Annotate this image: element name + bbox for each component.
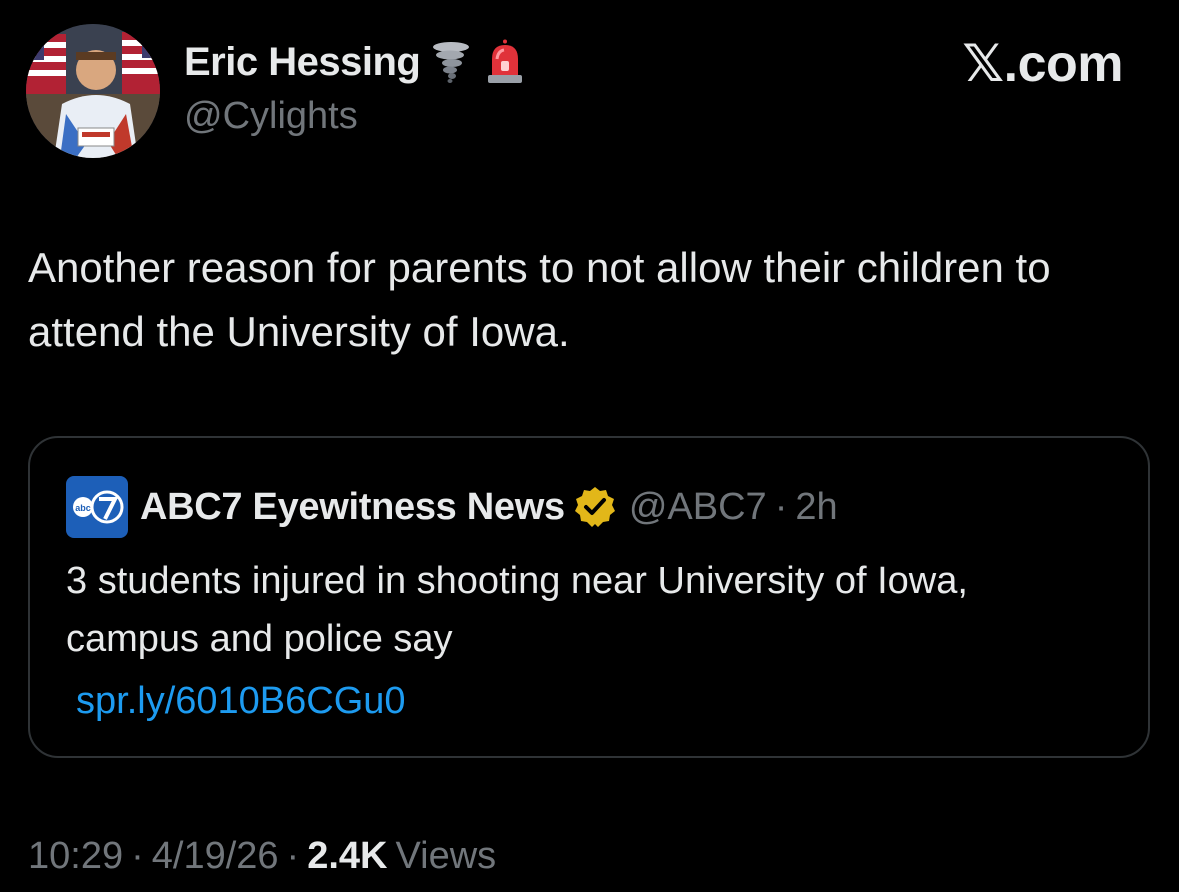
tweet-text: Another reason for parents to not allow …: [28, 244, 1051, 355]
meta-separator: ·: [131, 835, 144, 877]
quoted-tweet-text: 3 students injured in shooting near Univ…: [66, 560, 968, 660]
views-count: 2.4K: [307, 835, 388, 877]
quoted-separator: ·: [774, 485, 788, 528]
quoted-handle[interactable]: @ABC7: [629, 486, 767, 529]
tweet-meta: 10:29 · 4/19/26 · 2.4K Views: [28, 830, 496, 882]
author-name-row[interactable]: Eric Hessing: [184, 38, 528, 86]
siren-icon: [482, 39, 528, 85]
abc7-logo-icon[interactable]: abc: [66, 476, 128, 538]
views-label: Views: [395, 835, 497, 877]
avatar[interactable]: [26, 24, 160, 158]
verified-badge-icon: [573, 485, 617, 529]
quoted-tweet-header: abc ABC7 Eyewitness News @ABC7 · 2h: [66, 476, 838, 538]
avatar-photo: [26, 24, 160, 158]
quoted-tweet-link[interactable]: spr.ly/6010B6CGu0: [76, 672, 406, 730]
tweet-date[interactable]: 4/19/26: [152, 835, 279, 877]
svg-text:abc: abc: [75, 503, 91, 513]
quoted-display-name[interactable]: ABC7 Eyewitness News: [140, 486, 565, 529]
tornado-icon: [428, 39, 474, 85]
x-brand-logo: 𝕏.com: [962, 35, 1123, 93]
author-handle[interactable]: @Cylights: [184, 92, 358, 140]
author-display-name[interactable]: Eric Hessing: [184, 38, 421, 86]
meta-separator: ·: [286, 835, 300, 877]
quoted-tweet-card[interactable]: abc ABC7 Eyewitness News @ABC7 · 2h 3 st…: [28, 436, 1150, 758]
quoted-timestamp[interactable]: 2h: [795, 486, 837, 529]
tweet-time[interactable]: 10:29: [28, 835, 123, 877]
